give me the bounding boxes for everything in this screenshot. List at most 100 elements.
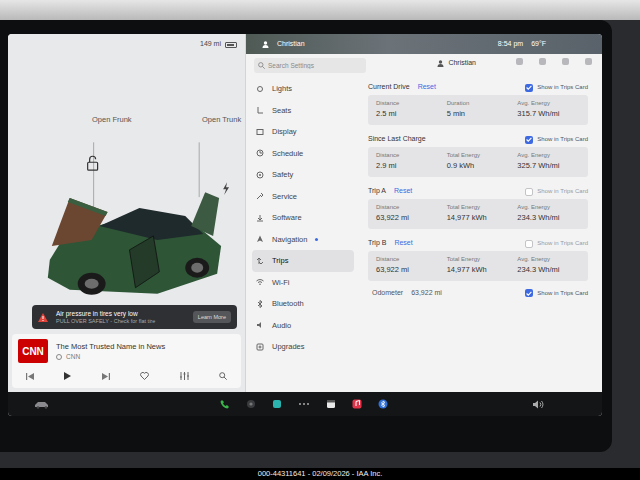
show-in-trips-label[interactable]: Show in Trips Card (537, 289, 588, 298)
show-in-trips-card[interactable]: Show in Trips Card (525, 135, 588, 144)
menu-item-label[interactable]: Service (272, 191, 297, 202)
menu-item-label[interactable]: Software (272, 212, 302, 223)
camera-icon[interactable] (246, 399, 256, 409)
tire-pressure-alert[interactable]: Air pressure in tires very lowPULL OVER … (32, 305, 237, 329)
stat-label: Total Energy (447, 203, 518, 212)
stat-label: Avg. Energy (517, 203, 588, 212)
next-icon[interactable] (102, 373, 110, 380)
profile-name[interactable]: Christian (448, 58, 476, 69)
menu-item-label[interactable]: Seats (272, 105, 291, 116)
menu-item[interactable]: Navigation (252, 229, 354, 251)
equalizer-icon[interactable] (180, 372, 189, 380)
volume-icon[interactable] (533, 400, 544, 409)
menu-item[interactable]: Seats (252, 100, 354, 122)
stat-label: Distance (376, 203, 447, 212)
reset-button[interactable]: Reset (394, 238, 412, 249)
notification-dot (305, 130, 308, 133)
bell-icon[interactable] (539, 58, 546, 65)
music-icon[interactable] (352, 399, 362, 409)
temperature: 69°F (531, 39, 546, 50)
menu-item-label[interactable]: Schedule (272, 148, 303, 159)
bluetooth-icon[interactable] (378, 399, 388, 409)
search-icon[interactable] (219, 372, 227, 380)
trip-section: Since Last ChargeShow in Trips CardDista… (368, 132, 588, 177)
menu-item-label[interactable]: Upgrades (272, 341, 305, 352)
trip-section: Current DriveResetShow in Trips CardDist… (368, 80, 588, 125)
menu-item-label[interactable]: Trips (272, 255, 288, 266)
menu-item-icon (256, 85, 264, 93)
notification-dot (299, 324, 302, 327)
menu-item[interactable]: Trips (252, 250, 354, 272)
menu-item[interactable]: Bluetooth (252, 293, 354, 315)
garage-icon[interactable] (516, 58, 523, 65)
play-icon[interactable] (64, 372, 71, 380)
trip-title: Trip A (368, 186, 386, 197)
menu-item-icon (256, 214, 264, 222)
menu-item[interactable]: Upgrades (252, 336, 354, 358)
menu-item-label[interactable]: Safety (272, 169, 293, 180)
show-in-trips-label[interactable]: Show in Trips Card (537, 83, 588, 92)
show-in-trips-card[interactable]: Show in Trips Card (525, 187, 588, 196)
menu-item[interactable]: Lights (252, 78, 354, 100)
menu-item-label[interactable]: Lights (272, 83, 292, 94)
search-wrap (254, 58, 366, 73)
open-frunk-button[interactable]: Open Frunk (92, 116, 132, 142)
odometer-value: 63,922 mi (411, 288, 442, 299)
signal-icon[interactable] (585, 58, 592, 65)
show-checkbox[interactable] (525, 84, 533, 92)
media-title: The Most Trusted Name in News (56, 341, 165, 352)
top-bar: Christian8:54 pm69°F (246, 34, 602, 54)
search-field[interactable] (254, 58, 366, 73)
profile[interactable]: Christian (437, 58, 492, 69)
notification-dot (301, 173, 304, 176)
menu-item[interactable]: Schedule (252, 143, 354, 165)
learn-more-button[interactable]: Learn More (193, 311, 231, 323)
show-in-trips-card[interactable]: Show in Trips Card (525, 289, 588, 298)
menu-item[interactable]: Safety (252, 164, 354, 186)
menu-item-label[interactable]: Wi-Fi (272, 277, 290, 288)
menu-item-label[interactable]: Audio (272, 320, 291, 331)
show-in-trips-label[interactable]: Show in Trips Card (537, 239, 588, 248)
show-checkbox[interactable] (525, 136, 533, 144)
reset-button[interactable]: Reset (418, 82, 436, 93)
previous-icon[interactable] (26, 373, 34, 380)
stat-label: Distance (376, 151, 447, 160)
calendar-icon[interactable] (326, 399, 336, 409)
show-in-trips-card[interactable]: Show in Trips Card (525, 83, 588, 92)
more-icon[interactable] (298, 399, 310, 409)
menu-item[interactable]: Audio (252, 315, 354, 337)
menu-item-icon (256, 106, 264, 114)
car-labels: Open Frunk Open Trunk (8, 116, 245, 142)
menu-item-label[interactable]: Navigation (272, 234, 307, 245)
show-checkbox[interactable] (525, 289, 533, 297)
settings-menu: Lights Seats Display Schedule Safety Service S… (246, 78, 358, 392)
open-trunk-button[interactable]: Open Trunk (202, 116, 242, 142)
bluetooth-icon[interactable] (562, 58, 569, 65)
reset-button[interactable]: Reset (394, 186, 412, 197)
stat-value: 63,922 mi (376, 212, 447, 223)
phone-icon[interactable] (220, 399, 230, 409)
show-in-trips-card[interactable]: Show in Trips Card (525, 239, 588, 248)
menu-item-icon (256, 192, 264, 200)
status-icons (516, 58, 592, 65)
car-icon[interactable] (34, 400, 50, 409)
screen-main: 149 miOpen FrunkOpen TrunkAir pressure i… (8, 34, 602, 392)
show-in-trips-label[interactable]: Show in Trips Card (537, 187, 588, 196)
stat-label: Total Energy (447, 255, 518, 264)
top-user[interactable]: Christian (277, 39, 305, 50)
show-in-trips-label[interactable]: Show in Trips Card (537, 135, 588, 144)
menu-item[interactable]: Service (252, 186, 354, 208)
notification-dot (296, 259, 299, 262)
menu-item[interactable]: Software (252, 207, 354, 229)
menu-item[interactable]: Wi-Fi (252, 272, 354, 294)
toybox-icon[interactable] (272, 399, 282, 409)
stat-value: 14,977 kWh (447, 212, 518, 223)
heart-icon[interactable] (140, 372, 149, 380)
stat-value: 234.3 Wh/mi (517, 212, 588, 223)
menu-item[interactable]: Display (252, 121, 354, 143)
menu-item-label[interactable]: Bluetooth (272, 298, 304, 309)
show-checkbox[interactable] (525, 188, 533, 196)
watermark: 000-44311641 - 02/09/2026 - IAA Inc. (0, 468, 640, 480)
show-checkbox[interactable] (525, 240, 533, 248)
menu-item-label[interactable]: Display (272, 126, 297, 137)
